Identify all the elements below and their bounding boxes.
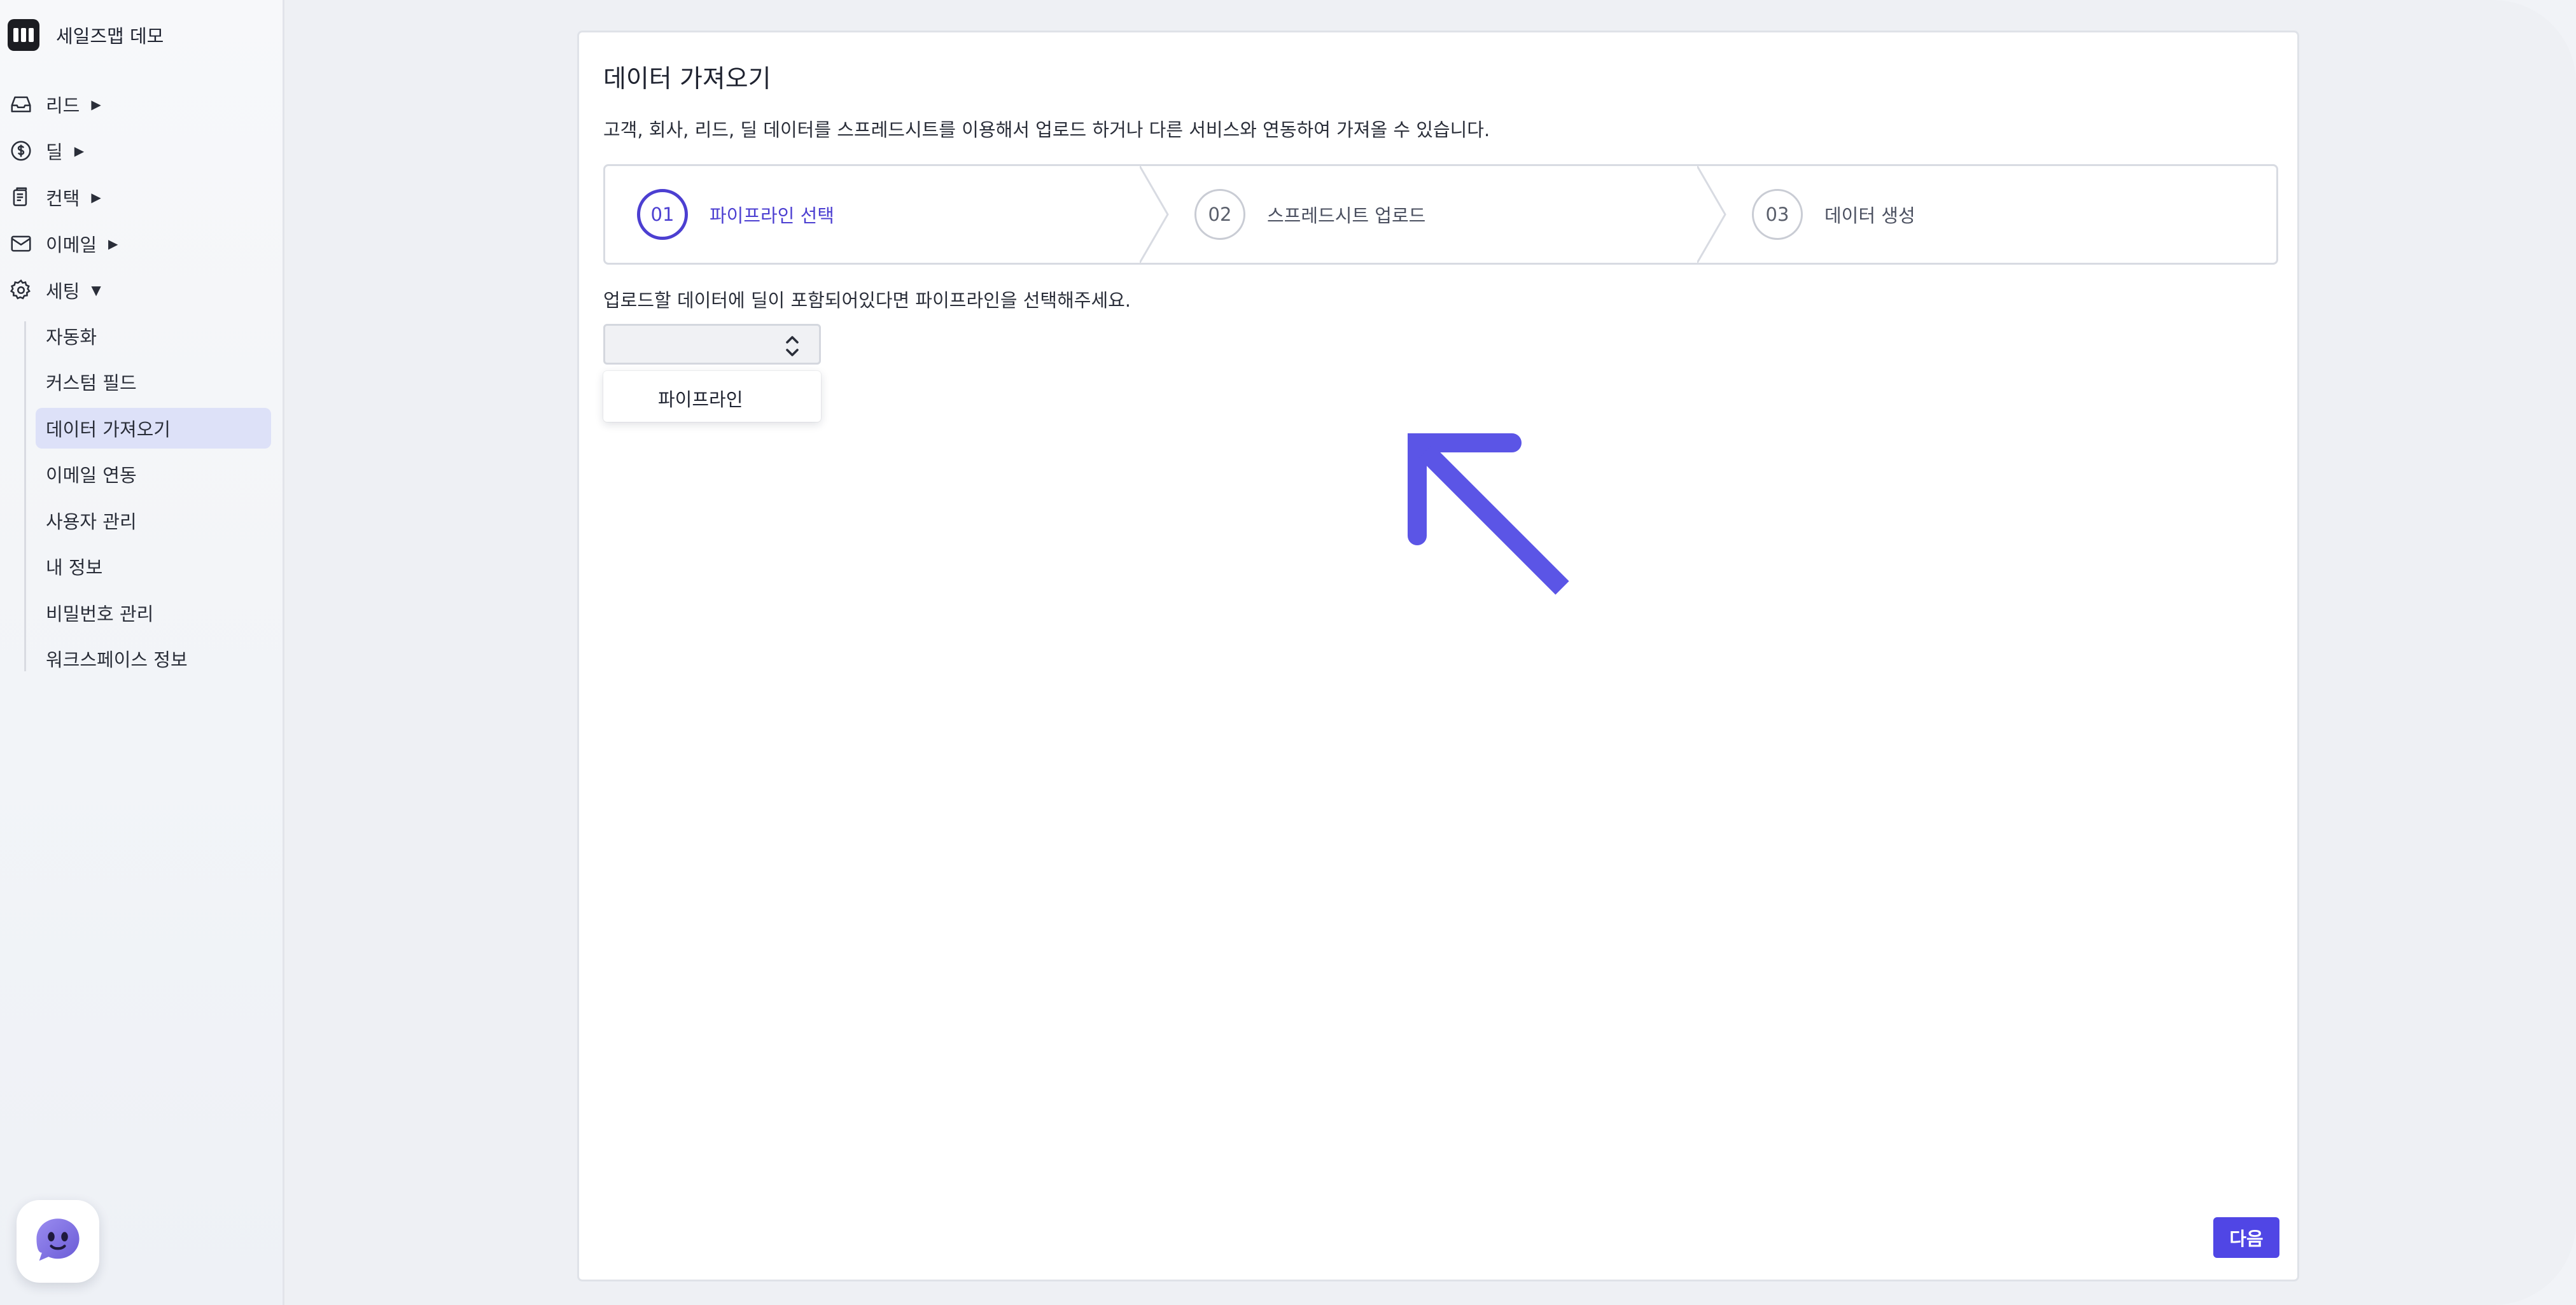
chat-bot-icon [36, 1218, 80, 1261]
gear-icon [10, 279, 31, 300]
settings-item-password[interactable]: 비밀번호 관리 [36, 592, 271, 633]
stepper: 01 파이프라인 선택 02 스프레드시트 업로드 03 데이터 생성 [603, 164, 2278, 265]
nav-item-email[interactable]: 이메일 ▶ [9, 227, 118, 260]
settings-item-user-management[interactable]: 사용자 관리 [36, 500, 271, 541]
workspace-name: 세일즈맵 데모 [56, 25, 164, 47]
step-separator-chevron [1697, 166, 1726, 263]
dollar-circle-icon [11, 141, 31, 161]
nav-item-contacts[interactable]: 컨택 ▶ [9, 181, 101, 214]
nav-item-deals[interactable]: 딜 ▶ [9, 134, 84, 167]
settings-item-email-integration[interactable]: 이메일 연동 [36, 454, 271, 494]
settings-item-my-info[interactable]: 내 정보 [36, 546, 271, 587]
inbox-icon [11, 96, 31, 113]
caret-right-icon: ▶ [91, 97, 101, 112]
submenu-guide-line [24, 321, 26, 671]
envelope-icon [11, 235, 31, 252]
workspace-brand[interactable]: 세일즈맵 데모 [8, 19, 164, 51]
step-number: 02 [1194, 189, 1245, 240]
settings-item-automation[interactable]: 자동화 [36, 316, 271, 356]
pipeline-instruction: 업로드할 데이터에 딜이 포함되어있다면 파이프라인을 선택해주세요. [603, 290, 1131, 311]
settings-item-data-import[interactable]: 데이터 가져오기 [36, 408, 271, 449]
nav-item-leads[interactable]: 리드 ▶ [9, 88, 101, 121]
step-number: 03 [1752, 189, 1803, 240]
pipeline-dropdown: 파이프라인 [603, 371, 821, 422]
chevron-up-down-icon [786, 336, 799, 356]
step-label: 데이터 생성 [1824, 205, 1915, 227]
caret-right-icon: ▶ [91, 190, 101, 205]
chat-support-button[interactable] [17, 1200, 99, 1283]
nav-item-settings[interactable]: 세팅 ▼ [9, 274, 101, 307]
settings-item-workspace-info[interactable]: 워크스페이스 정보 [36, 638, 271, 679]
step-number: 01 [637, 189, 688, 240]
settings-item-custom-fields[interactable]: 커스텀 필드 [36, 361, 271, 402]
pipeline-option[interactable]: 파이프라인 [658, 385, 743, 412]
caret-down-icon: ▼ [91, 283, 101, 298]
step-pipeline-select: 01 파이프라인 선택 [637, 166, 834, 263]
step-label: 스프레드시트 업로드 [1267, 205, 1426, 227]
step-label: 파이프라인 선택 [710, 205, 834, 227]
clipboard-icon [13, 187, 27, 206]
step-separator-chevron [1140, 166, 1169, 263]
caret-right-icon: ▶ [74, 143, 85, 158]
page-title: 데이터 가져오기 [603, 65, 771, 94]
page-description: 고객, 회사, 리드, 딜 데이터를 스프레드시트를 이용해서 업로드 하거나 … [603, 119, 1490, 141]
step-spreadsheet-upload: 02 스프레드시트 업로드 [1194, 166, 1425, 263]
app-window: 세일즈맵 데모 리드 ▶ 딜 ▶ 컨택 ▶ 이메일 ▶ 세팅 ▼ 자동화 커스텀… [0, 0, 2576, 1305]
import-card: 데이터 가져오기 고객, 회사, 리드, 딜 데이터를 스프레드시트를 이용해서… [577, 31, 2299, 1281]
next-button[interactable]: 다음 [2213, 1217, 2279, 1258]
sidebar: 세일즈맵 데모 리드 ▶ 딜 ▶ 컨택 ▶ 이메일 ▶ 세팅 ▼ 자동화 커스텀… [0, 0, 284, 1305]
caret-right-icon: ▶ [108, 236, 118, 251]
annotation-arrow-icon [1408, 433, 1569, 595]
pipeline-select[interactable] [603, 324, 821, 365]
logo-icon [8, 19, 39, 51]
step-data-create: 03 데이터 생성 [1752, 166, 1915, 263]
